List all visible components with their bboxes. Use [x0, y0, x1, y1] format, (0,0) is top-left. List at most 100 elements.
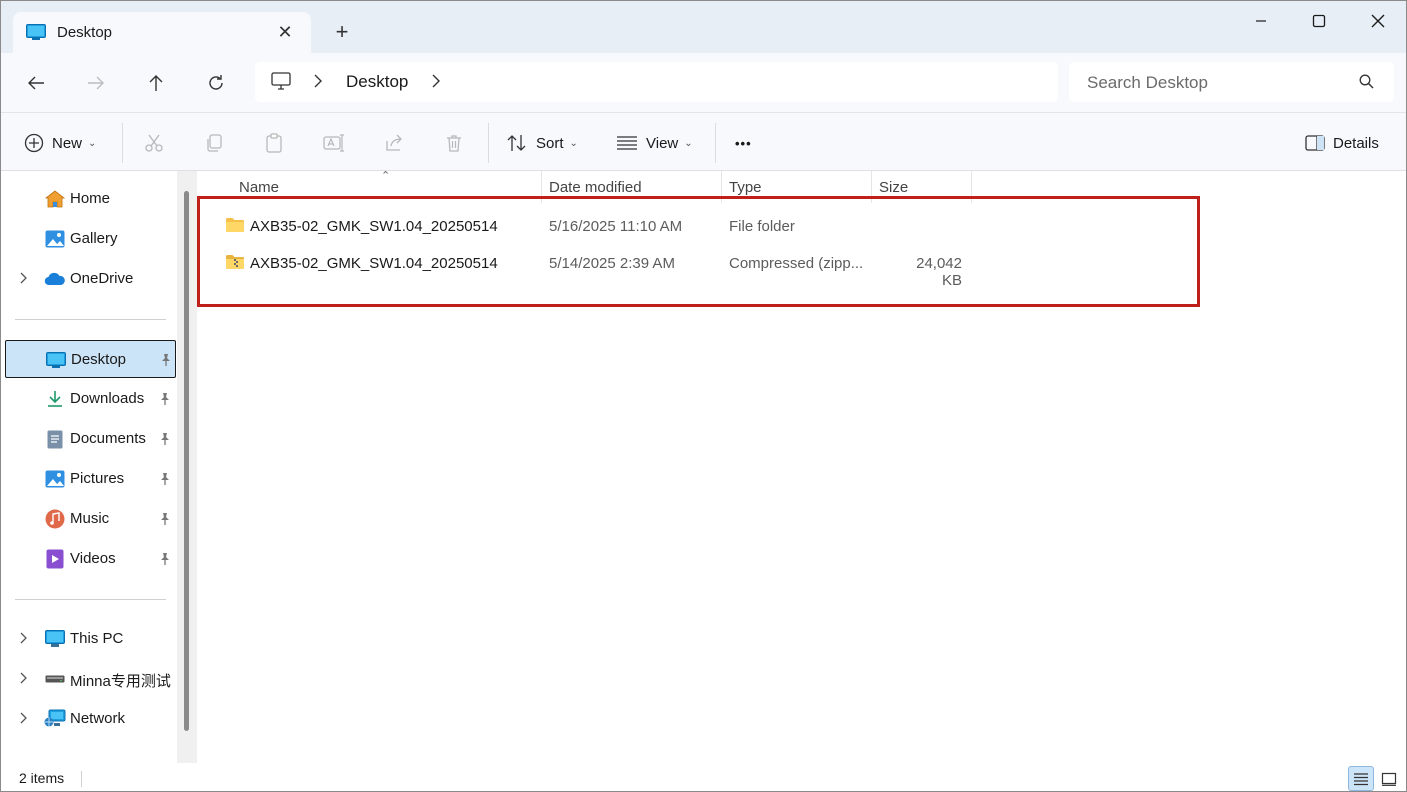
command-bar: New ⌄ Sort ⌄ View ⌄ ••• Details [1, 112, 1406, 171]
sidebar-item-this-pc[interactable]: This PC [5, 620, 176, 658]
breadcrumb-desktop[interactable]: Desktop [346, 72, 408, 92]
sidebar-item-onedrive[interactable]: OneDrive [5, 260, 176, 298]
forward-button[interactable] [80, 67, 112, 99]
column-label: Size [879, 179, 909, 196]
sidebar-item-home[interactable]: Home [5, 180, 176, 218]
new-tab-button[interactable]: + [331, 21, 353, 43]
minimize-button[interactable] [1238, 7, 1284, 35]
chevron-right-icon[interactable] [19, 632, 27, 647]
gallery-icon [44, 229, 66, 249]
sidebar-item-label: Gallery [70, 230, 118, 247]
more-options-button[interactable]: ••• [735, 129, 752, 157]
tiles-view-button[interactable] [1376, 766, 1402, 791]
chevron-right-icon[interactable] [19, 712, 27, 727]
tab-title: Desktop [57, 24, 113, 41]
sidebar-item-label: Videos [70, 550, 116, 567]
onedrive-icon [44, 269, 66, 289]
tab-desktop[interactable]: Desktop ✕ [13, 12, 311, 54]
item-count: 2 items [19, 770, 65, 786]
navigation-pane: Home Gallery OneDrive Desktop Downloads … [1, 171, 187, 763]
pictures-icon [44, 469, 66, 489]
sidebar-item-label: Network [70, 710, 126, 727]
desktop-icon [26, 24, 46, 40]
pin-icon[interactable] [159, 432, 171, 450]
sidebar-item-label: This PC [70, 630, 124, 647]
chevron-down-icon: ⌄ [684, 137, 693, 149]
title-bar: Desktop ✕ + [1, 1, 1406, 54]
view-label: View [646, 134, 679, 152]
details-view-icon [1354, 772, 1368, 785]
home-icon [44, 189, 66, 209]
downloads-icon [44, 389, 66, 409]
pin-icon[interactable] [159, 472, 171, 490]
search-icon [1359, 74, 1374, 94]
copy-icon[interactable] [202, 131, 226, 155]
divider [122, 123, 123, 163]
paste-icon[interactable] [262, 131, 286, 155]
sidebar-item-gallery[interactable]: Gallery [5, 220, 176, 258]
videos-icon [44, 549, 66, 569]
back-button[interactable] [20, 67, 52, 99]
tiles-view-icon [1381, 772, 1397, 786]
address-bar[interactable]: Desktop [255, 62, 1058, 102]
divider [488, 123, 489, 163]
this-pc-icon[interactable] [271, 72, 291, 95]
sidebar-item-label: Documents [70, 430, 146, 447]
chevron-down-icon: ⌄ [569, 137, 578, 149]
new-button[interactable]: New ⌄ [24, 129, 96, 157]
sidebar-item-pictures[interactable]: Pictures [5, 460, 176, 498]
tab-close-icon[interactable]: ✕ [275, 22, 295, 42]
sidebar-item-label: Home [70, 190, 111, 207]
delete-icon[interactable] [442, 131, 466, 155]
up-button[interactable] [140, 67, 172, 99]
new-label: New [52, 134, 83, 152]
column-label: Name [239, 179, 280, 196]
details-view-button[interactable] [1348, 766, 1374, 791]
music-icon [44, 509, 66, 529]
scrollbar-thumb[interactable] [184, 191, 189, 731]
close-button[interactable] [1355, 7, 1401, 35]
chevron-right-icon[interactable] [431, 74, 441, 93]
this-pc-icon [44, 629, 66, 649]
refresh-button[interactable] [200, 67, 232, 99]
chevron-right-icon[interactable] [19, 672, 27, 687]
view-list-icon [617, 136, 637, 150]
network-icon [44, 709, 66, 729]
sidebar-item-label: Pictures [70, 470, 125, 487]
sidebar-item-label: OneDrive [70, 270, 134, 287]
desktop-icon [45, 350, 67, 370]
sidebar-scrollbar[interactable] [177, 171, 197, 763]
sidebar-item-music[interactable]: Music [5, 500, 176, 538]
sidebar-divider [15, 319, 166, 320]
search-box[interactable]: Search Desktop [1069, 62, 1394, 102]
chevron-right-icon[interactable] [313, 74, 323, 93]
chevron-right-icon[interactable] [19, 272, 27, 287]
pin-icon[interactable] [159, 512, 171, 530]
rename-icon[interactable] [322, 131, 346, 155]
maximize-button[interactable] [1296, 7, 1342, 35]
sidebar-divider [15, 599, 166, 600]
search-placeholder[interactable]: Search Desktop [1087, 73, 1208, 93]
divider [715, 123, 716, 163]
sidebar-item-drive[interactable]: Minna专用测试 [5, 660, 176, 698]
sort-button[interactable]: Sort ⌄ [506, 129, 578, 157]
details-label: Details [1333, 134, 1379, 152]
sidebar-item-documents[interactable]: Documents [5, 420, 176, 458]
pin-icon[interactable] [160, 353, 172, 371]
details-button[interactable]: Details [1305, 129, 1379, 157]
cut-icon[interactable] [142, 131, 166, 155]
sidebar-item-videos[interactable]: Videos [5, 540, 176, 578]
sidebar-item-label: Desktop [71, 351, 127, 368]
sort-icon [507, 135, 526, 151]
pin-icon[interactable] [159, 392, 171, 410]
sidebar-item-network[interactable]: Network [5, 700, 176, 738]
sidebar-item-downloads[interactable]: Downloads [5, 380, 176, 418]
documents-icon [44, 429, 66, 449]
view-button[interactable]: View ⌄ [616, 129, 693, 157]
column-label: Type [729, 179, 762, 196]
file-explorer-window: Desktop ✕ + Desktop Search Desktop New ⌄… [0, 0, 1407, 792]
column-label: Date modified [549, 179, 642, 196]
pin-icon[interactable] [159, 552, 171, 570]
sidebar-item-desktop[interactable]: Desktop [5, 340, 176, 378]
share-icon[interactable] [382, 131, 406, 155]
